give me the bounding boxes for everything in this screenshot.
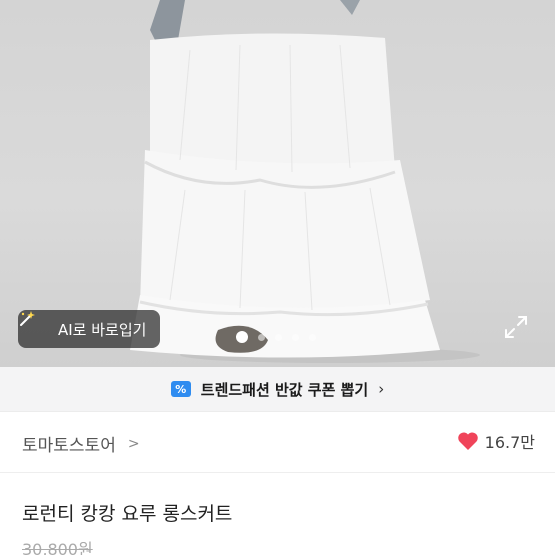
expand-icon[interactable] [502, 313, 530, 341]
like-button[interactable]: 16.7만 [457, 429, 535, 453]
carousel-dot[interactable] [236, 331, 248, 343]
carousel-dot[interactable] [292, 333, 299, 341]
store-row: 토마토스토어 > 16.7만 [0, 412, 555, 472]
original-price: 30,800원 [22, 540, 93, 555]
chevron-right-icon: > [127, 435, 140, 452]
ai-try-on-button[interactable]: AI로 바로입기 [18, 310, 161, 348]
chevron-right-icon: › [378, 380, 385, 398]
carousel-dot[interactable] [258, 333, 265, 341]
magic-wand-icon [20, 311, 50, 339]
heart-icon [457, 432, 478, 450]
carousel-indicator [236, 331, 316, 343]
product-image[interactable]: AI로 바로입기 [0, 0, 555, 367]
coupon-ticket-icon: % [170, 381, 191, 397]
carousel-dot[interactable] [309, 333, 316, 341]
carousel-dot[interactable] [275, 333, 282, 341]
store-link[interactable]: 토마토스토어 > [22, 431, 140, 457]
coupon-text: 트렌드패션 반값 쿠폰 뽑기 [200, 380, 369, 399]
product-title: 로런티 캉캉 요루 롱스커트 [22, 503, 233, 525]
ai-try-on-label: AI로 바로입기 [58, 320, 147, 339]
divider [0, 472, 555, 473]
coupon-banner[interactable]: % 트렌드패션 반값 쿠폰 뽑기 › [0, 367, 555, 412]
store-name: 토마토스토어 [22, 436, 116, 456]
like-count: 16.7만 [484, 433, 535, 452]
